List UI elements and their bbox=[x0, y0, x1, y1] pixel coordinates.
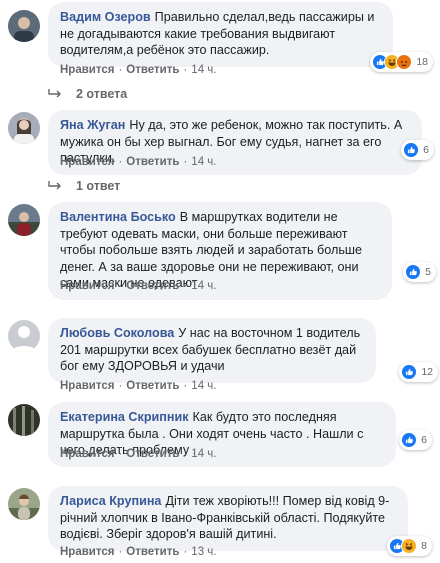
comment-actions: Нравится · Ответить · 14 ч. bbox=[60, 448, 217, 460]
like-button[interactable]: Нравится bbox=[60, 64, 114, 76]
reaction-count: 6 bbox=[423, 143, 429, 156]
comment-actions: Нравится · Ответить · 13 ч. bbox=[60, 546, 217, 558]
avatar[interactable] bbox=[8, 204, 40, 236]
reaction-count: 12 bbox=[421, 365, 433, 378]
comment-timestamp[interactable]: 14 ч. bbox=[191, 380, 216, 392]
comment-author[interactable]: Яна Жуган bbox=[60, 118, 125, 132]
reaction-summary[interactable]: 12 bbox=[399, 362, 438, 382]
haha-icon bbox=[401, 538, 418, 554]
comment-timestamp[interactable]: 13 ч. bbox=[191, 546, 216, 558]
reply-button[interactable]: Ответить bbox=[126, 156, 179, 168]
comment: Екатерина Скрипник Как будто это последня… bbox=[8, 402, 432, 467]
view-replies-link[interactable]: 1 ответ bbox=[48, 179, 120, 193]
reaction-summary[interactable]: 5 bbox=[403, 262, 436, 282]
like-button[interactable]: Нравится bbox=[60, 380, 114, 392]
like-button[interactable]: Нравится bbox=[60, 280, 114, 292]
comment-bubble: Лариса Крупина Діти теж хворіють!!! Помер… bbox=[48, 486, 432, 556]
avatar[interactable] bbox=[8, 112, 40, 144]
comment-timestamp[interactable]: 14 ч. bbox=[191, 280, 216, 292]
comment-author[interactable]: Вадим Озеров bbox=[60, 10, 151, 24]
comment-actions: Нравится · Ответить · 14 ч. bbox=[60, 380, 217, 392]
reply-button[interactable]: Ответить bbox=[126, 280, 179, 292]
comment: Валентина Босько В маршрутках водители не… bbox=[8, 202, 436, 300]
like-button[interactable]: Нравится bbox=[60, 546, 114, 558]
comment-timestamp[interactable]: 14 ч. bbox=[191, 156, 216, 168]
reply-button[interactable]: Ответить bbox=[126, 64, 179, 76]
comment-author[interactable]: Лариса Крупина bbox=[60, 494, 161, 508]
like-icon bbox=[401, 432, 418, 448]
reply-button[interactable]: Ответить bbox=[126, 448, 179, 460]
reply-arrow-icon bbox=[48, 89, 61, 98]
comment-author[interactable]: Екатерина Скрипник bbox=[60, 410, 189, 424]
comment-author[interactable]: Валентина Босько bbox=[60, 210, 176, 224]
comment-bubble: Любовь Соколова У нас на восточном 1 води… bbox=[48, 318, 438, 383]
like-button[interactable]: Нравится bbox=[60, 156, 114, 168]
reaction-count: 5 bbox=[425, 265, 431, 278]
replies-count: 2 ответа bbox=[76, 87, 128, 101]
comment: Вадим Озеров Правильно сделал,ведь пассаж… bbox=[8, 2, 433, 82]
reaction-summary[interactable]: 6 bbox=[399, 430, 432, 450]
like-icon bbox=[405, 264, 422, 280]
reaction-summary[interactable]: 18 bbox=[370, 52, 433, 72]
reaction-summary[interactable]: 6 bbox=[401, 140, 434, 160]
reaction-count: 6 bbox=[421, 433, 427, 446]
like-icon bbox=[401, 364, 418, 380]
reaction-count: 8 bbox=[421, 539, 427, 552]
reaction-count: 18 bbox=[416, 55, 428, 68]
avatar[interactable] bbox=[8, 10, 40, 42]
avatar[interactable] bbox=[8, 404, 40, 436]
view-replies-link[interactable]: 2 ответа bbox=[48, 87, 127, 101]
reply-button[interactable]: Ответить bbox=[126, 546, 179, 558]
like-button[interactable]: Нравится bbox=[60, 448, 114, 460]
comment-timestamp[interactable]: 14 ч. bbox=[191, 64, 216, 76]
comment-actions: Нравится · Ответить · 14 ч. bbox=[60, 64, 217, 76]
comment-actions: Нравится · Ответить · 14 ч. bbox=[60, 156, 217, 168]
comment-bubble: Вадим Озеров Правильно сделал,ведь пассаж… bbox=[48, 2, 433, 72]
angry-icon bbox=[396, 54, 413, 70]
replies-count: 1 ответ bbox=[76, 179, 121, 193]
avatar[interactable] bbox=[8, 488, 40, 520]
reply-arrow-icon bbox=[48, 181, 61, 190]
comment: Любовь Соколова У нас на восточном 1 води… bbox=[8, 318, 438, 400]
comment-actions: Нравится · Ответить · 14 ч. bbox=[60, 280, 217, 292]
reaction-summary[interactable]: 8 bbox=[387, 536, 432, 556]
comment-author[interactable]: Любовь Соколова bbox=[60, 326, 174, 340]
reply-button[interactable]: Ответить bbox=[126, 380, 179, 392]
like-icon bbox=[403, 142, 420, 158]
avatar[interactable] bbox=[8, 320, 40, 352]
comment: Яна Жуган Ну да, это же ребенок, можно та… bbox=[8, 110, 434, 175]
comment-timestamp[interactable]: 14 ч. bbox=[191, 448, 216, 460]
comment: Лариса Крупина Діти теж хворіють!!! Помер… bbox=[8, 486, 432, 562]
